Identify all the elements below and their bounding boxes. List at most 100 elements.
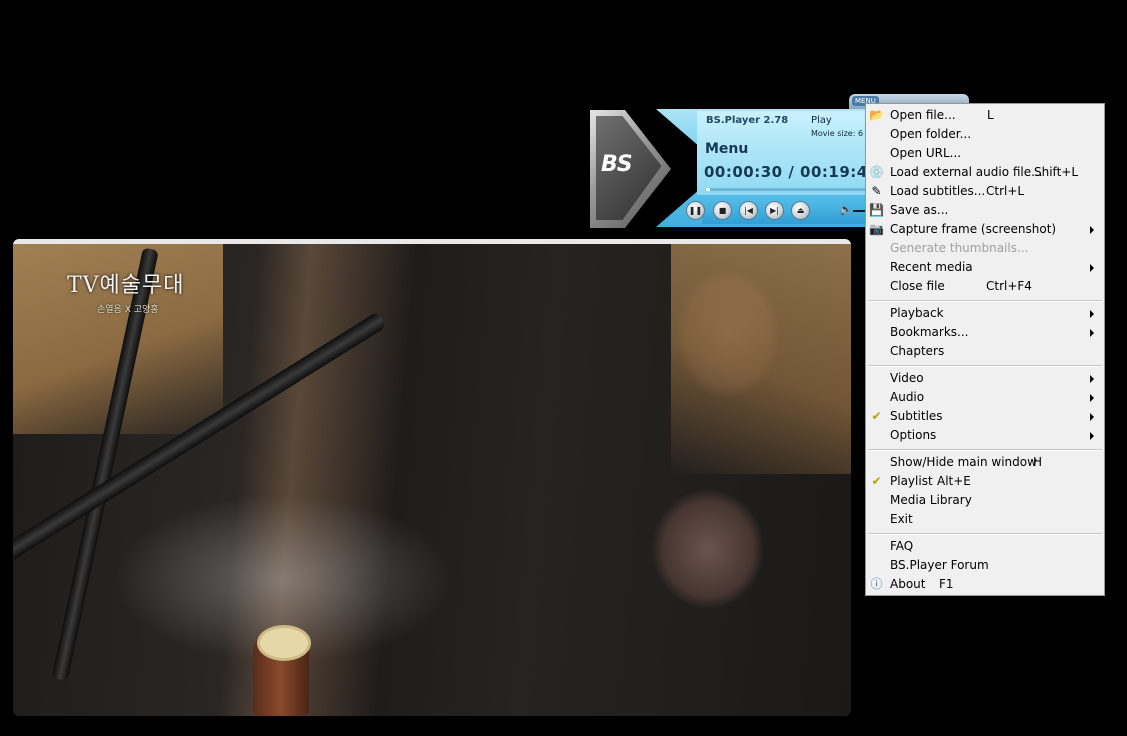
video-stage-floor-right [671,244,851,474]
menu-item-generate-thumbnails: Generate thumbnails... [866,239,1104,258]
menu-item-label: Close file [890,279,945,293]
menu-item-shortcut: Ctrl+L [986,184,1025,198]
check-icon: ✔ [871,409,882,423]
pause-icon: ❚❚ [688,205,703,215]
submenu-arrow-icon [1090,394,1094,402]
submenu-arrow-icon [1090,375,1094,383]
menu-item-label: About [890,577,926,591]
menu-item-label: Generate thumbnails... [890,241,1029,255]
check-icon: ✔ [871,474,882,488]
menu-item-recent-media[interactable]: Recent media [866,258,1104,277]
menu-item-faq[interactable]: FAQ [866,537,1104,556]
skip-back-icon: |◀ [744,205,753,215]
menu-item-options[interactable]: Options [866,426,1104,445]
menu-item-label: Show/Hide main window [890,455,1037,469]
media-title: Menu [705,141,749,157]
open-folder-icon: 📂 [869,108,884,122]
menu-item-load-subtitles[interactable]: ✎ Load subtitles... Ctrl+L [866,182,1104,201]
time-display: 00:00:30 / 00:19:49 [704,163,879,181]
menu-item-show-hide-main-window[interactable]: Show/Hide main window H [866,453,1104,472]
menu-item-playback[interactable]: Playback [866,304,1104,323]
playback-state: Play [811,115,832,126]
stop-icon: ■ [718,205,727,215]
stop-button[interactable]: ■ [713,201,732,220]
menu-item-label: Save as... [890,203,949,217]
menu-item-label: Capture frame (screenshot) [890,222,1057,236]
bs-logo-text: BS [601,152,633,177]
menu-item-open-folder[interactable]: Open folder... [866,125,1104,144]
menu-item-open-file[interactable]: 📂 Open file... L [866,106,1104,125]
menu-item-chapters[interactable]: Chapters [866,342,1104,361]
menu-item-shortcut: Alt+E [937,474,971,488]
menu-item-label: Playback [890,306,944,320]
menu-item-forum[interactable]: BS.Player Forum [866,556,1104,575]
menu-item-bookmarks[interactable]: Bookmarks... [866,323,1104,342]
submenu-arrow-icon [1090,226,1094,234]
menu-item-shortcut: Ctrl+F4 [986,279,1032,293]
menu-item-label: Recent media [890,260,973,274]
submenu-arrow-icon [1090,413,1094,421]
menu-separator [868,365,1102,367]
eject-button[interactable]: ⏏ [791,201,810,220]
submenu-arrow-icon [1090,329,1094,337]
broadcast-logo: TV예술무대 [67,273,185,298]
menu-item-capture-frame[interactable]: 📷 Capture frame (screenshot) [866,220,1104,239]
submenu-arrow-icon [1090,432,1094,440]
menu-item-shortcut: F1 [939,577,954,591]
menu-item-label: BS.Player Forum [890,558,989,572]
menu-item-label: Audio [890,390,925,404]
menu-item-video[interactable]: Video [866,369,1104,388]
submenu-arrow-icon [1090,310,1094,318]
speaker-icon[interactable]: 🔈 [839,203,853,216]
menu-item-audio[interactable]: Audio [866,388,1104,407]
menu-separator [868,533,1102,535]
skip-forward-icon: ▶| [770,205,779,215]
subtitles-pen-icon: ✎ [871,184,882,198]
menu-item-playlist[interactable]: ✔ Playlist Alt+E [866,472,1104,491]
player-version: BS.Player 2.78 [706,115,789,126]
menu-item-close-file[interactable]: Close file Ctrl+F4 [866,277,1104,296]
menu-item-open-url[interactable]: Open URL... [866,144,1104,163]
menu-item-save-as[interactable]: 💾 Save as... [866,201,1104,220]
menu-item-shortcut: Shift+L [1034,165,1079,179]
menu-item-label: FAQ [890,539,914,553]
camera-icon: 📷 [869,222,884,236]
previous-button[interactable]: |◀ [739,201,758,220]
info-globe-icon: ⓘ [870,577,883,591]
menu-item-media-library[interactable]: Media Library [866,491,1104,510]
broadcast-logo-subtitle: 손열음 X 고양홍 [97,305,159,315]
menu-item-shortcut: H [1033,455,1043,469]
menu-item-label: Chapters [890,344,945,358]
eject-icon: ⏏ [796,205,805,215]
floppy-disk-icon: 💾 [869,203,884,217]
next-button[interactable]: ▶| [765,201,784,220]
menu-item-about[interactable]: ⓘ About F1 [866,575,1104,594]
menu-separator [868,300,1102,302]
menu-item-label: Playlist [890,474,933,488]
audio-file-icon: 💿 [869,165,884,179]
menu-item-label: Subtitles [890,409,943,423]
context-menu: 📂 Open file... L Open folder... Open URL… [865,103,1105,596]
menu-item-label: Video [890,371,924,385]
menu-item-label: Open file... [890,108,956,122]
menu-item-label: Load external audio file... [890,165,1043,179]
menu-item-label: Options [890,428,937,442]
pause-button[interactable]: ❚❚ [686,201,705,220]
seek-bar[interactable] [706,188,871,191]
menu-separator [868,449,1102,451]
video-display[interactable]: TV예술무대 손열음 X 고양홍 [13,239,851,716]
menu-item-exit[interactable]: Exit [866,510,1104,529]
menu-item-label: Media Library [890,493,972,507]
menu-item-load-external-audio[interactable]: 💿 Load external audio file... Shift+L [866,163,1104,182]
menu-item-shortcut: L [987,108,994,122]
menu-item-label: Exit [890,512,913,526]
menu-item-label: Open folder... [890,127,972,141]
menu-item-label: Load subtitles... [890,184,986,198]
menu-item-subtitles[interactable]: ✔ Subtitles [866,407,1104,426]
submenu-arrow-icon [1090,264,1094,272]
menu-item-label: Bookmarks... [890,325,969,339]
video-bassoon-bell [253,625,311,716]
movie-size: Movie size: 6 [811,129,864,138]
seek-bar-fill [706,188,711,191]
menu-item-label: Open URL... [890,146,962,160]
